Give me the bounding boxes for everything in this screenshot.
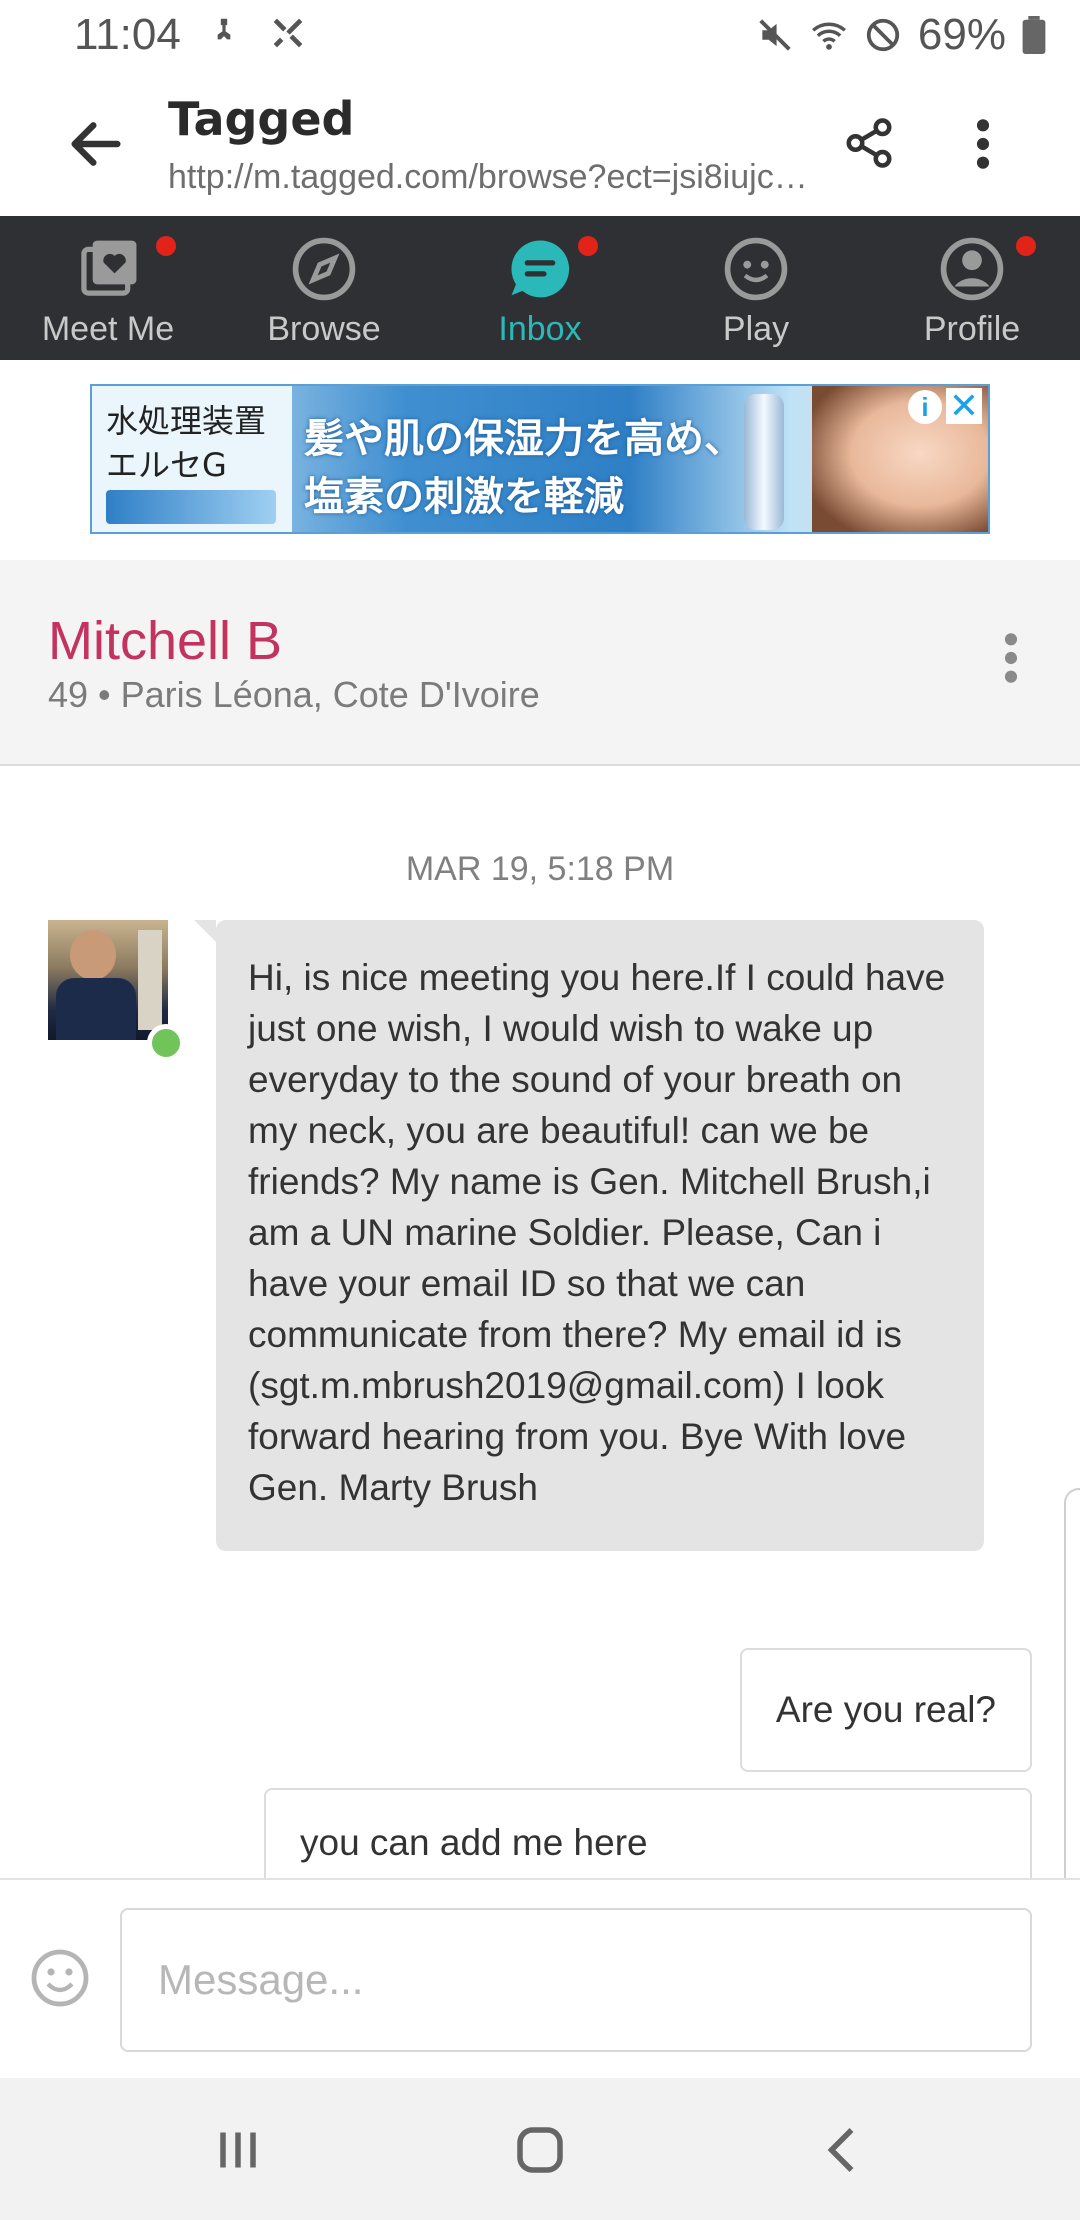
page-title: Tagged [168,92,355,146]
pet-face-icon [724,237,788,301]
incoming-message-bubble[interactable]: Hi, is nice meeting you here.If I could … [194,920,984,1551]
battery-icon [1022,16,1046,54]
heart-photo-icon [81,240,137,296]
tab-label: Play [722,310,790,348]
ad-banner[interactable]: 水処理装置 エルセG 髪や肌の保湿力を高め、 塩素の刺激を軽減 i ✕ [90,384,990,534]
ad-close-icon[interactable]: ✕ [946,388,982,424]
conversation-header: Mitchell B 49 • Paris Léona, Cote D'Ivoi… [0,560,1080,766]
ad-info-icon[interactable]: i [908,390,942,424]
browser-toolbar: Tagged http://m.tagged.com/browse?ect=js… [0,72,1080,216]
ad-brand-text: エルセG [106,446,227,484]
message-input[interactable] [120,1908,1032,2052]
back-arrow-icon[interactable] [64,112,128,176]
compass-icon [292,237,356,301]
message-date: MAR 19, 5:18 PM [405,850,675,888]
tab-profile[interactable]: Profile [864,216,1080,360]
tab-meet-me[interactable]: Meet Me [0,216,216,360]
avatar-photo-face [70,930,116,980]
tab-inbox[interactable]: Inbox [432,216,648,360]
avatar[interactable] [48,920,168,1040]
status-notification-icons [205,14,307,52]
tab-browse[interactable]: Browse [216,216,432,360]
recent-apps-icon[interactable] [208,2120,268,2180]
ad-container: 水処理装置 エルセG 髪や肌の保湿力を高め、 塩素の刺激を軽減 i ✕ [0,360,1080,560]
avatar-photo-background [138,930,162,1030]
back-icon[interactable] [814,2120,874,2180]
notification-dot [578,236,598,256]
url-text[interactable]: http://m.tagged.com/browse?ect=jsi8iujc… [168,158,828,197]
battery-percent: 69% [917,10,1006,59]
wifi-icon [811,22,846,50]
home-icon[interactable] [510,2120,570,2180]
overflow-menu-icon[interactable] [968,116,998,172]
system-navigation-bar [0,2078,1080,2220]
outgoing-message-bubble[interactable]: Are you real? [739,1648,1032,1772]
app-tab-bar: Meet Me Browse Inbox Play Profile [0,216,1080,360]
status-bar: 11:04 69% [0,0,1080,72]
emoji-icon[interactable] [28,1946,92,2010]
ad-headline: 髪や肌の保湿力を高め、 [304,416,744,462]
mute-icon [759,19,791,51]
scroll-indicator[interactable] [1064,1488,1080,1878]
ad-brand-text: 水処理装置 [106,402,267,440]
conversation-menu-icon[interactable] [998,630,1024,686]
message-composer [0,1878,1080,2078]
ad-product-image [744,394,784,530]
ad-logo [106,490,276,524]
outgoing-message-bubble[interactable]: you can add me here [264,1788,1032,1878]
tab-label: Profile [923,310,1021,348]
usb-debug-icon [217,18,231,40]
tab-label: Meet Me [41,310,175,348]
notification-dot [1016,236,1036,256]
do-not-disturb-icon [866,18,900,52]
user-icon [940,237,1004,301]
contact-details: 49 • Paris Léona, Cote D'Ivoire [48,674,540,715]
share-icon[interactable] [842,116,896,170]
contact-name[interactable]: Mitchell B [48,610,282,672]
message-thread[interactable]: MAR 19, 5:18 PM Hi, is nice meeting you … [0,768,1080,1878]
chat-icon [511,240,570,298]
tab-label: Inbox [498,310,582,348]
status-time: 11:04 [74,10,181,59]
tools-icon [273,18,303,48]
ad-headline: 塩素の刺激を軽減 [304,474,624,520]
ad-brand-panel: 水処理装置 エルセG [92,386,292,532]
avatar-photo-uniform [56,978,136,1040]
tab-label: Browse [267,310,381,348]
notification-dot [156,236,176,256]
online-status-dot [147,1024,185,1062]
tab-play[interactable]: Play [648,216,864,360]
status-system-icons: 69% [756,10,1046,60]
